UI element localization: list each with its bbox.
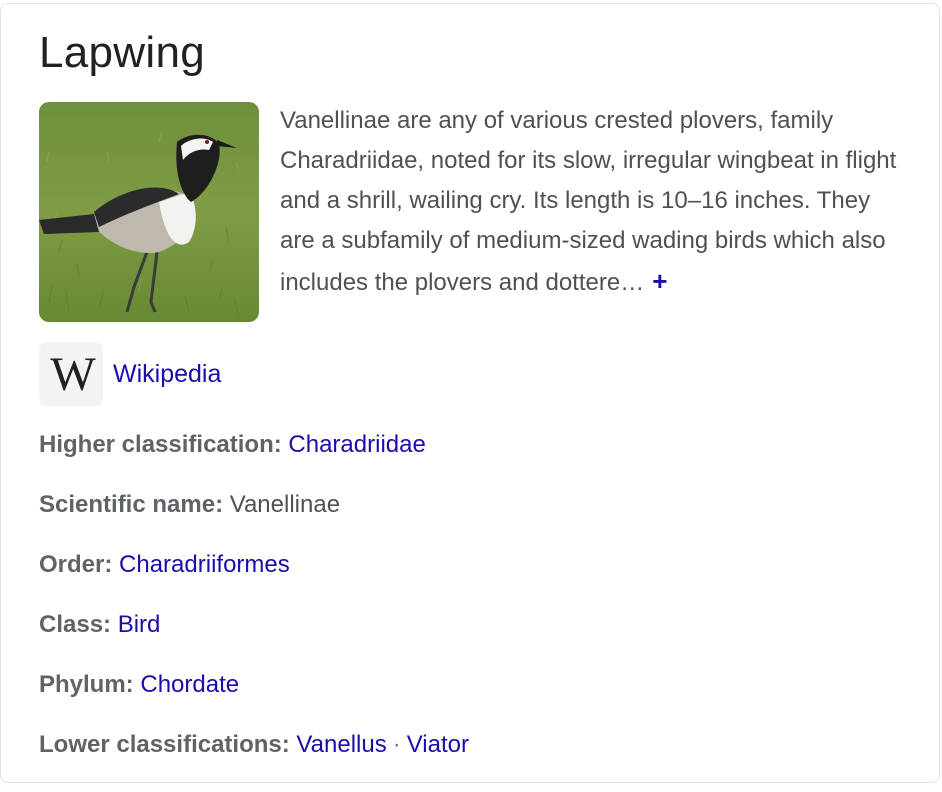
description-text: Vanellinae are any of various crested pl… xyxy=(280,107,897,296)
class-link[interactable]: Bird xyxy=(118,611,161,638)
order-link[interactable]: Charadriiformes xyxy=(119,551,290,578)
fact-label: Order: xyxy=(39,551,113,578)
lower-classification-link-viator[interactable]: Viator xyxy=(407,731,469,758)
fact-label: Phylum: xyxy=(39,671,134,698)
fact-label: Higher classification: xyxy=(39,431,282,458)
fact-label: Lower classifications: xyxy=(39,731,290,758)
scientific-name-value: Vanellinae xyxy=(229,491,341,518)
panel-description: Vanellinae are any of various crested pl… xyxy=(280,101,910,303)
fact-higher-classification: Higher classification: Charadriidae xyxy=(39,424,469,484)
lapwing-image[interactable] xyxy=(39,102,259,322)
wikipedia-link[interactable]: Wikipedia xyxy=(113,360,221,389)
separator-dot: · xyxy=(392,731,401,758)
fact-label: Class: xyxy=(39,611,112,638)
fact-lower-classifications: Lower classifications: Vanellus · Viator xyxy=(39,724,469,784)
facts-list: Higher classification: Charadriidae Scie… xyxy=(39,424,469,784)
source-row: W Wikipedia xyxy=(39,342,221,406)
wikipedia-logo-icon[interactable]: W xyxy=(39,342,103,406)
expand-description-button[interactable]: + xyxy=(652,266,667,296)
panel-title: Lapwing xyxy=(39,28,206,77)
higher-classification-link[interactable]: Charadriidae xyxy=(288,431,425,458)
fact-scientific-name: Scientific name: Vanellinae xyxy=(39,484,469,544)
phylum-link[interactable]: Chordate xyxy=(140,671,239,698)
fact-label: Scientific name: xyxy=(39,491,224,518)
knowledge-panel: Lapwing Vanellinae are any of various cr… xyxy=(0,3,940,783)
fact-class: Class: Bird xyxy=(39,604,469,664)
fact-order: Order: Charadriiformes xyxy=(39,544,469,604)
lower-classification-link-vanellus[interactable]: Vanellus xyxy=(296,731,386,758)
fact-phylum: Phylum: Chordate xyxy=(39,664,469,724)
